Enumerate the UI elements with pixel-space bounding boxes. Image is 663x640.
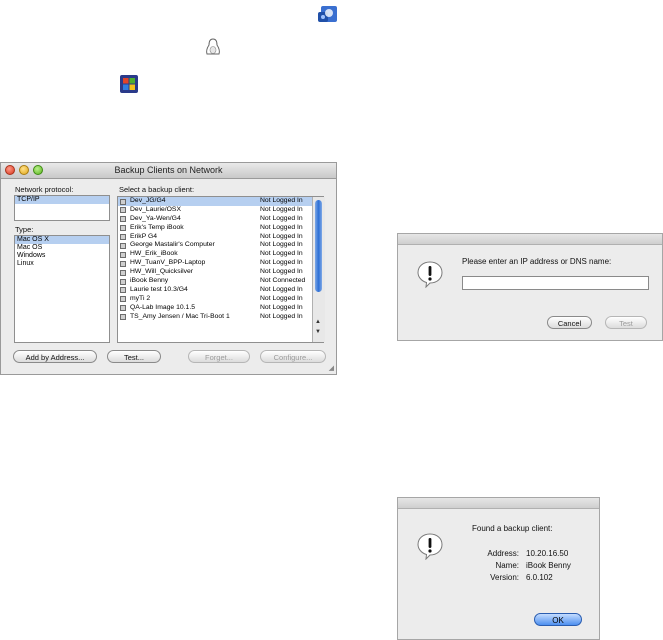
ip-address-input[interactable]: [462, 276, 649, 290]
client-row[interactable]: iBook Benny Not Connected: [118, 277, 323, 286]
client-computer-icon: [120, 314, 126, 321]
cancel-button[interactable]: Cancel: [547, 316, 592, 329]
scroll-up-arrow-icon[interactable]: ▲: [315, 319, 321, 325]
client-computer-icon: [120, 305, 126, 312]
client-computer-icon: [120, 278, 126, 285]
type-item-mac-os[interactable]: Mac OS: [15, 244, 109, 252]
type-list[interactable]: Mac OS X Mac OS Windows Linux: [14, 235, 110, 343]
version-label: Version:: [490, 573, 519, 582]
client-row[interactable]: Dev_Ya-Wen/G4 Not Logged In: [118, 215, 323, 224]
window-title: Backup Clients on Network: [114, 165, 223, 175]
address-value: 10.20.16.50: [526, 549, 569, 558]
client-computer-icon: [120, 225, 126, 232]
client-row[interactable]: Laurie test 10.3/G4 Not Logged In: [118, 286, 323, 295]
type-item-windows[interactable]: Windows: [15, 252, 109, 260]
client-computer-icon: [120, 242, 126, 249]
client-computer-icon: [120, 260, 126, 267]
client-row[interactable]: HW_Will_Quicksilver Not Logged In: [118, 268, 323, 277]
scrollbar-thumb[interactable]: [315, 200, 322, 292]
forget-button[interactable]: Forget...: [188, 350, 250, 363]
linux-tux-icon: [206, 38, 220, 55]
client-computer-icon: [120, 198, 126, 205]
name-value: iBook Benny: [526, 561, 571, 570]
client-computer-icon: [120, 207, 126, 214]
client-row[interactable]: myTi 2 Not Logged In: [118, 295, 323, 304]
protocol-item[interactable]: TCP/IP: [15, 196, 109, 204]
client-list-scrollbar[interactable]: ▲ ▼: [312, 197, 325, 342]
network-protocol-label: Network protocol:: [15, 185, 74, 194]
scroll-down-arrow-icon[interactable]: ▼: [315, 329, 321, 335]
configure-button[interactable]: Configure...: [260, 350, 326, 363]
type-item-mac-os-x[interactable]: Mac OS X: [15, 236, 109, 244]
client-computer-icon: [120, 251, 126, 258]
type-label: Type:: [15, 225, 34, 234]
client-row[interactable]: QA-Lab Image 10.1.5 Not Logged In: [118, 304, 323, 313]
ip-address-dialog: Please enter an IP address or DNS name: …: [397, 233, 663, 341]
address-label: Address:: [487, 549, 519, 558]
add-by-address-button[interactable]: Add by Address...: [13, 350, 97, 363]
select-client-label: Select a backup client:: [119, 185, 195, 194]
client-computer-icon: [120, 234, 126, 241]
test-button[interactable]: Test...: [107, 350, 161, 363]
dialog-top-bar: [398, 498, 599, 509]
dialog-top-bar: [398, 234, 662, 245]
client-computer-icon: [120, 296, 126, 303]
client-row[interactable]: Dev_Laurie/OSX Not Logged In: [118, 206, 323, 215]
found-heading: Found a backup client:: [472, 524, 553, 533]
client-row[interactable]: George Mastalir's Computer Not Logged In: [118, 241, 323, 250]
found-client-dialog: Found a backup client: Address: 10.20.16…: [397, 497, 600, 640]
ip-prompt-text: Please enter an IP address or DNS name:: [462, 257, 612, 266]
client-row[interactable]: TS_Amy Jensen / Mac Tri-Boot 1 Not Logged…: [118, 313, 323, 322]
type-item-linux[interactable]: Linux: [15, 260, 109, 268]
windows-icon: [120, 75, 138, 93]
client-row[interactable]: Erik's Temp iBook Not Logged In: [118, 224, 323, 233]
resize-grip-icon[interactable]: ◢: [329, 364, 334, 372]
client-computer-icon: [120, 269, 126, 276]
client-list[interactable]: Dev_JG/G4 Not Logged In Dev_Laurie/OSX Not…: [117, 196, 325, 343]
protocol-list[interactable]: TCP/IP: [14, 195, 110, 221]
window-titlebar[interactable]: Backup Clients on Network: [1, 163, 336, 179]
version-value: 6.0.102: [526, 573, 553, 582]
client-row[interactable]: HW_Erik_iBook Not Logged In: [118, 250, 323, 259]
name-label: Name:: [495, 561, 519, 570]
client-row[interactable]: HW_TuanV_BPP-Laptop Not Logged In: [118, 259, 323, 268]
client-row[interactable]: ErikP G4 Not Logged In: [118, 233, 323, 242]
client-computer-icon: [120, 287, 126, 294]
client-row[interactable]: Dev_JG/G4 Not Logged In: [118, 197, 323, 206]
backup-clients-window: Backup Clients on Network Network protoc…: [0, 162, 337, 375]
ip-test-button[interactable]: Test: [605, 316, 647, 329]
alert-icon: [417, 261, 443, 288]
alert-icon: [417, 533, 443, 560]
mac-os-x-icon: [318, 6, 337, 22]
ok-button[interactable]: OK: [534, 613, 582, 626]
client-computer-icon: [120, 216, 126, 223]
